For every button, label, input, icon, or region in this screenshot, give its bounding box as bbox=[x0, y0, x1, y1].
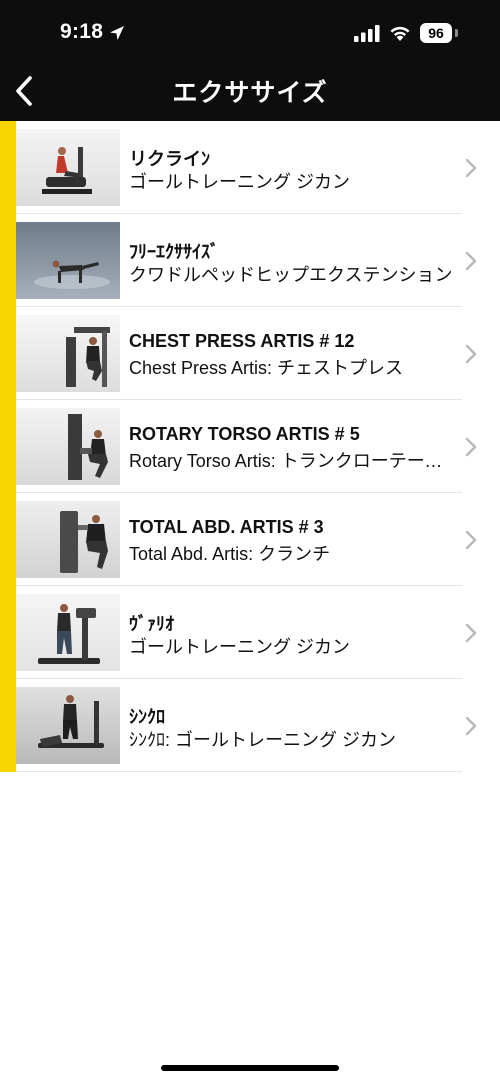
item-subtitle: ゴールトレーニング ジカン bbox=[129, 172, 350, 192]
list-item[interactable]: リクライﾝ ゴールトレーニング ジカン bbox=[0, 121, 500, 214]
chevron-right-icon bbox=[465, 437, 477, 457]
list-item[interactable]: TOTAL ABD. ARTIS # 3 Total Abd. Artis: ク… bbox=[0, 493, 500, 586]
list-item[interactable]: ROTARY TORSO ARTIS # 5 Rotary Torso Arti… bbox=[0, 400, 500, 493]
item-subtitle: Chest Press Artis: チェストプレス bbox=[129, 358, 404, 378]
item-subtitle: Rotary Torso Artis: トランクローテーション bbox=[129, 451, 454, 471]
accent-bar bbox=[0, 400, 16, 493]
accent-bar bbox=[0, 679, 16, 772]
location-arrow-icon bbox=[110, 26, 124, 40]
divider bbox=[16, 771, 462, 772]
list-item[interactable]: ｼﾝｸﾛ ｼﾝｸﾛ: ゴールトレーニング ジカン bbox=[0, 679, 500, 772]
exercise-list: リクライﾝ ゴールトレーニング ジカン ﾌﾘｰｴｸｻｻｲｽﾞ クワドルペッドヒッ… bbox=[0, 121, 500, 772]
list-item[interactable]: ﾌﾘｰｴｸｻｻｲｽﾞ クワドルペッドヒップエクステンション bbox=[0, 214, 500, 307]
thumbnail-image bbox=[16, 129, 120, 206]
item-subtitle: Total Abd. Artis: クランチ bbox=[129, 544, 331, 564]
item-title: CHEST PRESS ARTIS # 12 bbox=[129, 331, 355, 351]
thumbnail-image bbox=[16, 594, 120, 671]
page-title: エクササイズ bbox=[172, 79, 328, 107]
thumbnail-image bbox=[16, 687, 120, 764]
thumbnail-image bbox=[16, 222, 120, 299]
list-item[interactable]: CHEST PRESS ARTIS # 12 Chest Press Artis… bbox=[0, 307, 500, 400]
item-title: TOTAL ABD. ARTIS # 3 bbox=[129, 517, 324, 537]
accent-bar bbox=[0, 121, 16, 214]
list-item[interactable]: ｳﾞｧﾘｵ ゴールトレーニング ジカン bbox=[0, 586, 500, 679]
item-title: ROTARY TORSO ARTIS # 5 bbox=[129, 424, 360, 444]
thumbnail-image bbox=[16, 501, 120, 578]
chevron-right-icon bbox=[465, 158, 477, 178]
wifi-icon bbox=[390, 26, 410, 41]
accent-bar bbox=[0, 586, 16, 679]
chevron-right-icon bbox=[465, 344, 477, 364]
accent-bar bbox=[0, 493, 16, 586]
chevron-right-icon bbox=[465, 530, 477, 550]
status-time: 9:18 bbox=[60, 20, 104, 43]
top-bar: 9:18 96 エクササイズ bbox=[0, 0, 500, 121]
item-subtitle: ゴールトレーニング ジカン bbox=[129, 637, 350, 657]
chevron-right-icon bbox=[465, 251, 477, 271]
accent-bar bbox=[0, 214, 16, 307]
home-indicator[interactable] bbox=[161, 1065, 339, 1071]
thumbnail-image bbox=[16, 408, 120, 485]
chevron-right-icon bbox=[465, 716, 477, 736]
battery-level: 96 bbox=[420, 23, 452, 43]
battery-cap bbox=[455, 29, 458, 37]
chevron-right-icon bbox=[465, 623, 477, 643]
cellular-signal-icon bbox=[354, 25, 380, 42]
accent-bar bbox=[0, 307, 16, 400]
item-subtitle: クワドルペッドヒップエクステンション bbox=[129, 265, 453, 285]
item-subtitle: ｼﾝｸﾛ: ゴールトレーニング ジカン bbox=[129, 730, 397, 750]
thumbnail-image bbox=[16, 315, 120, 392]
